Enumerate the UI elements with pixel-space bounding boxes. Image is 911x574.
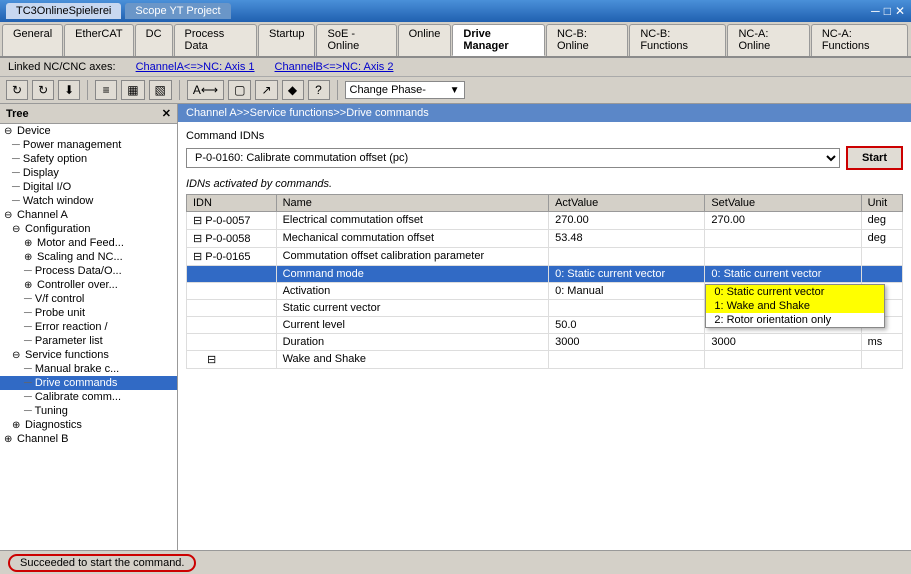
tab-ncb-online[interactable]: NC-B: Online <box>546 24 628 56</box>
axes-label: Linked NC/CNC axes: <box>8 61 116 73</box>
idns-activated-label: IDNs activated by commands. <box>178 174 911 194</box>
tree-item-scaling[interactable]: ⊕ Scaling and NC... <box>0 250 177 264</box>
tab-online[interactable]: Online <box>398 24 452 56</box>
toolbar-grid2[interactable]: ▧ <box>149 80 172 100</box>
toolbar-grid1[interactable]: ▦ <box>121 80 144 100</box>
toolbar-box1[interactable]: ▢ <box>228 80 251 100</box>
status-bar: Succeeded to start the command. <box>0 550 911 574</box>
toolbar-download[interactable]: ⬇ <box>58 80 80 100</box>
tab-dc[interactable]: DC <box>135 24 173 56</box>
toolbar-link[interactable]: A⟷ <box>187 80 224 100</box>
tree-item-power[interactable]: ─ Power management <box>0 138 177 152</box>
title-tab-active[interactable]: TC3OnlineSpielerei <box>6 3 121 19</box>
tree-item-safety[interactable]: ─ Safety option <box>0 152 177 166</box>
minimize-icon[interactable]: ─ <box>871 4 880 18</box>
table-row[interactable]: ⊟ P-0-0058 Mechanical commutation offset… <box>187 230 903 248</box>
tree-item-drive-commands[interactable]: ─ Drive commands <box>0 376 177 390</box>
tab-ncb-functions[interactable]: NC-B: Functions <box>629 24 726 56</box>
dropdown-arrow-icon: ▼ <box>450 85 460 96</box>
change-phase-dropdown[interactable]: Change Phase- ▼ <box>345 81 465 99</box>
tree-panel: Tree ✕ ⊖ Device ─ Power management ─ Saf… <box>0 104 178 550</box>
tab-soe-online[interactable]: SoE - Online <box>316 24 396 56</box>
toolbar-refresh1[interactable]: ↻ <box>6 80 28 100</box>
command-idns-section: Command IDNs P-0-0160: Calibrate commuta… <box>178 122 911 174</box>
dropdown-option-2[interactable]: 2: Rotor orientation only <box>706 313 884 327</box>
tree-header: Tree ✕ <box>0 104 177 124</box>
tree-item-configuration[interactable]: ⊖ Configuration <box>0 222 177 236</box>
tree-item-manual-brake[interactable]: ─ Manual brake c... <box>0 362 177 376</box>
tree-item-channel-a[interactable]: ⊖ Channel A <box>0 208 177 222</box>
content-header: Channel A>>Service functions>>Drive comm… <box>178 104 911 122</box>
tree-item-diagnostics[interactable]: ⊕ Diagnostics <box>0 418 177 432</box>
tree-item-digital-io[interactable]: ─ Digital I/O <box>0 180 177 194</box>
menu-tabs: General EtherCAT DC Process Data Startup… <box>0 22 911 58</box>
maximize-icon[interactable]: □ <box>884 4 891 18</box>
tab-process-data[interactable]: Process Data <box>174 24 258 56</box>
tree-close-icon[interactable]: ✕ <box>162 107 171 120</box>
col-setvalue: SetValue <box>705 195 861 212</box>
tree-item-process-data[interactable]: ─ Process Data/O... <box>0 264 177 278</box>
tree-item-service-functions[interactable]: ⊖ Service functions <box>0 348 177 362</box>
axes-bar: Linked NC/CNC axes: ChannelA<=>NC: Axis … <box>0 58 911 77</box>
col-name: Name <box>276 195 549 212</box>
table-row[interactable]: Duration 3000 3000 ms <box>187 334 903 351</box>
toolbar-arrow[interactable]: ↗ <box>255 80 277 100</box>
idns-table: IDN Name ActValue SetValue Unit ⊟ P-0-00… <box>186 194 903 369</box>
dropdown-options: 0: Static current vector 1: Wake and Sha… <box>705 284 885 328</box>
channel-b-link[interactable]: ChannelB<=>NC: Axis 2 <box>275 61 394 73</box>
tab-ethercat[interactable]: EtherCAT <box>64 24 133 56</box>
toolbar-list[interactable]: ≡ <box>95 80 117 100</box>
status-message: Succeeded to start the command. <box>8 554 196 572</box>
col-unit: Unit <box>861 195 902 212</box>
tree-item-calibrate[interactable]: ─ Calibrate comm... <box>0 390 177 404</box>
tree-item-controller[interactable]: ⊕ Controller over... <box>0 278 177 292</box>
tree-item-watch-window[interactable]: ─ Watch window <box>0 194 177 208</box>
table-row[interactable]: ⊟ Wake and Shake <box>187 351 903 369</box>
command-idns-select[interactable]: P-0-0160: Calibrate commutation offset (… <box>186 148 840 168</box>
tree-item-device[interactable]: ⊖ Device <box>0 124 177 138</box>
tab-drive-manager[interactable]: Drive Manager <box>452 24 545 56</box>
toolbar-refresh2[interactable]: ↻ <box>32 80 54 100</box>
tab-general[interactable]: General <box>2 24 63 56</box>
tree-item-tuning[interactable]: ─ Tuning <box>0 404 177 418</box>
tree-item-probe[interactable]: ─ Probe unit <box>0 306 177 320</box>
tree-item-channel-b[interactable]: ⊕ Channel B <box>0 432 177 446</box>
content-panel: Channel A>>Service functions>>Drive comm… <box>178 104 911 550</box>
col-actvalue: ActValue <box>549 195 705 212</box>
tab-startup[interactable]: Startup <box>258 24 315 56</box>
tree-item-error-reaction[interactable]: ─ Error reaction / <box>0 320 177 334</box>
tab-nca-online[interactable]: NC-A: Online <box>727 24 809 56</box>
channel-a-link[interactable]: ChannelA<=>NC: Axis 1 <box>136 61 255 73</box>
col-idn: IDN <box>187 195 277 212</box>
tab-nca-functions[interactable]: NC-A: Functions <box>811 24 908 56</box>
close-icon[interactable]: ✕ <box>895 4 905 18</box>
tree-item-parameter-list[interactable]: ─ Parameter list <box>0 334 177 348</box>
start-button[interactable]: Start <box>846 146 903 170</box>
table-row[interactable]: ⊟ P-0-0057 Electrical commutation offset… <box>187 212 903 230</box>
title-bar: TC3OnlineSpielerei Scope YT Project ─ □ … <box>0 0 911 22</box>
command-idns-label: Command IDNs <box>186 130 903 142</box>
dropdown-option-1[interactable]: 1: Wake and Shake <box>706 299 884 313</box>
table-row-selected[interactable]: Command mode 0: Static current vector 0:… <box>187 266 903 283</box>
toolbar-help[interactable]: ? <box>308 80 330 100</box>
title-tab-inactive[interactable]: Scope YT Project <box>125 3 230 19</box>
tree-item-display[interactable]: ─ Display <box>0 166 177 180</box>
dropdown-option-0[interactable]: 0: Static current vector <box>706 285 884 299</box>
tree-item-motor[interactable]: ⊕ Motor and Feed... <box>0 236 177 250</box>
change-phase-label: Change Phase- <box>350 84 426 96</box>
table-row[interactable]: ⊟ P-0-0165 Commutation offset calibratio… <box>187 248 903 266</box>
toolbar-diamond[interactable]: ◆ <box>282 80 304 100</box>
toolbar: ↻ ↻ ⬇ ≡ ▦ ▧ A⟷ ▢ ↗ ◆ ? Change Phase- ▼ <box>0 77 911 104</box>
tree-item-vf-control[interactable]: ─ V/f control <box>0 292 177 306</box>
